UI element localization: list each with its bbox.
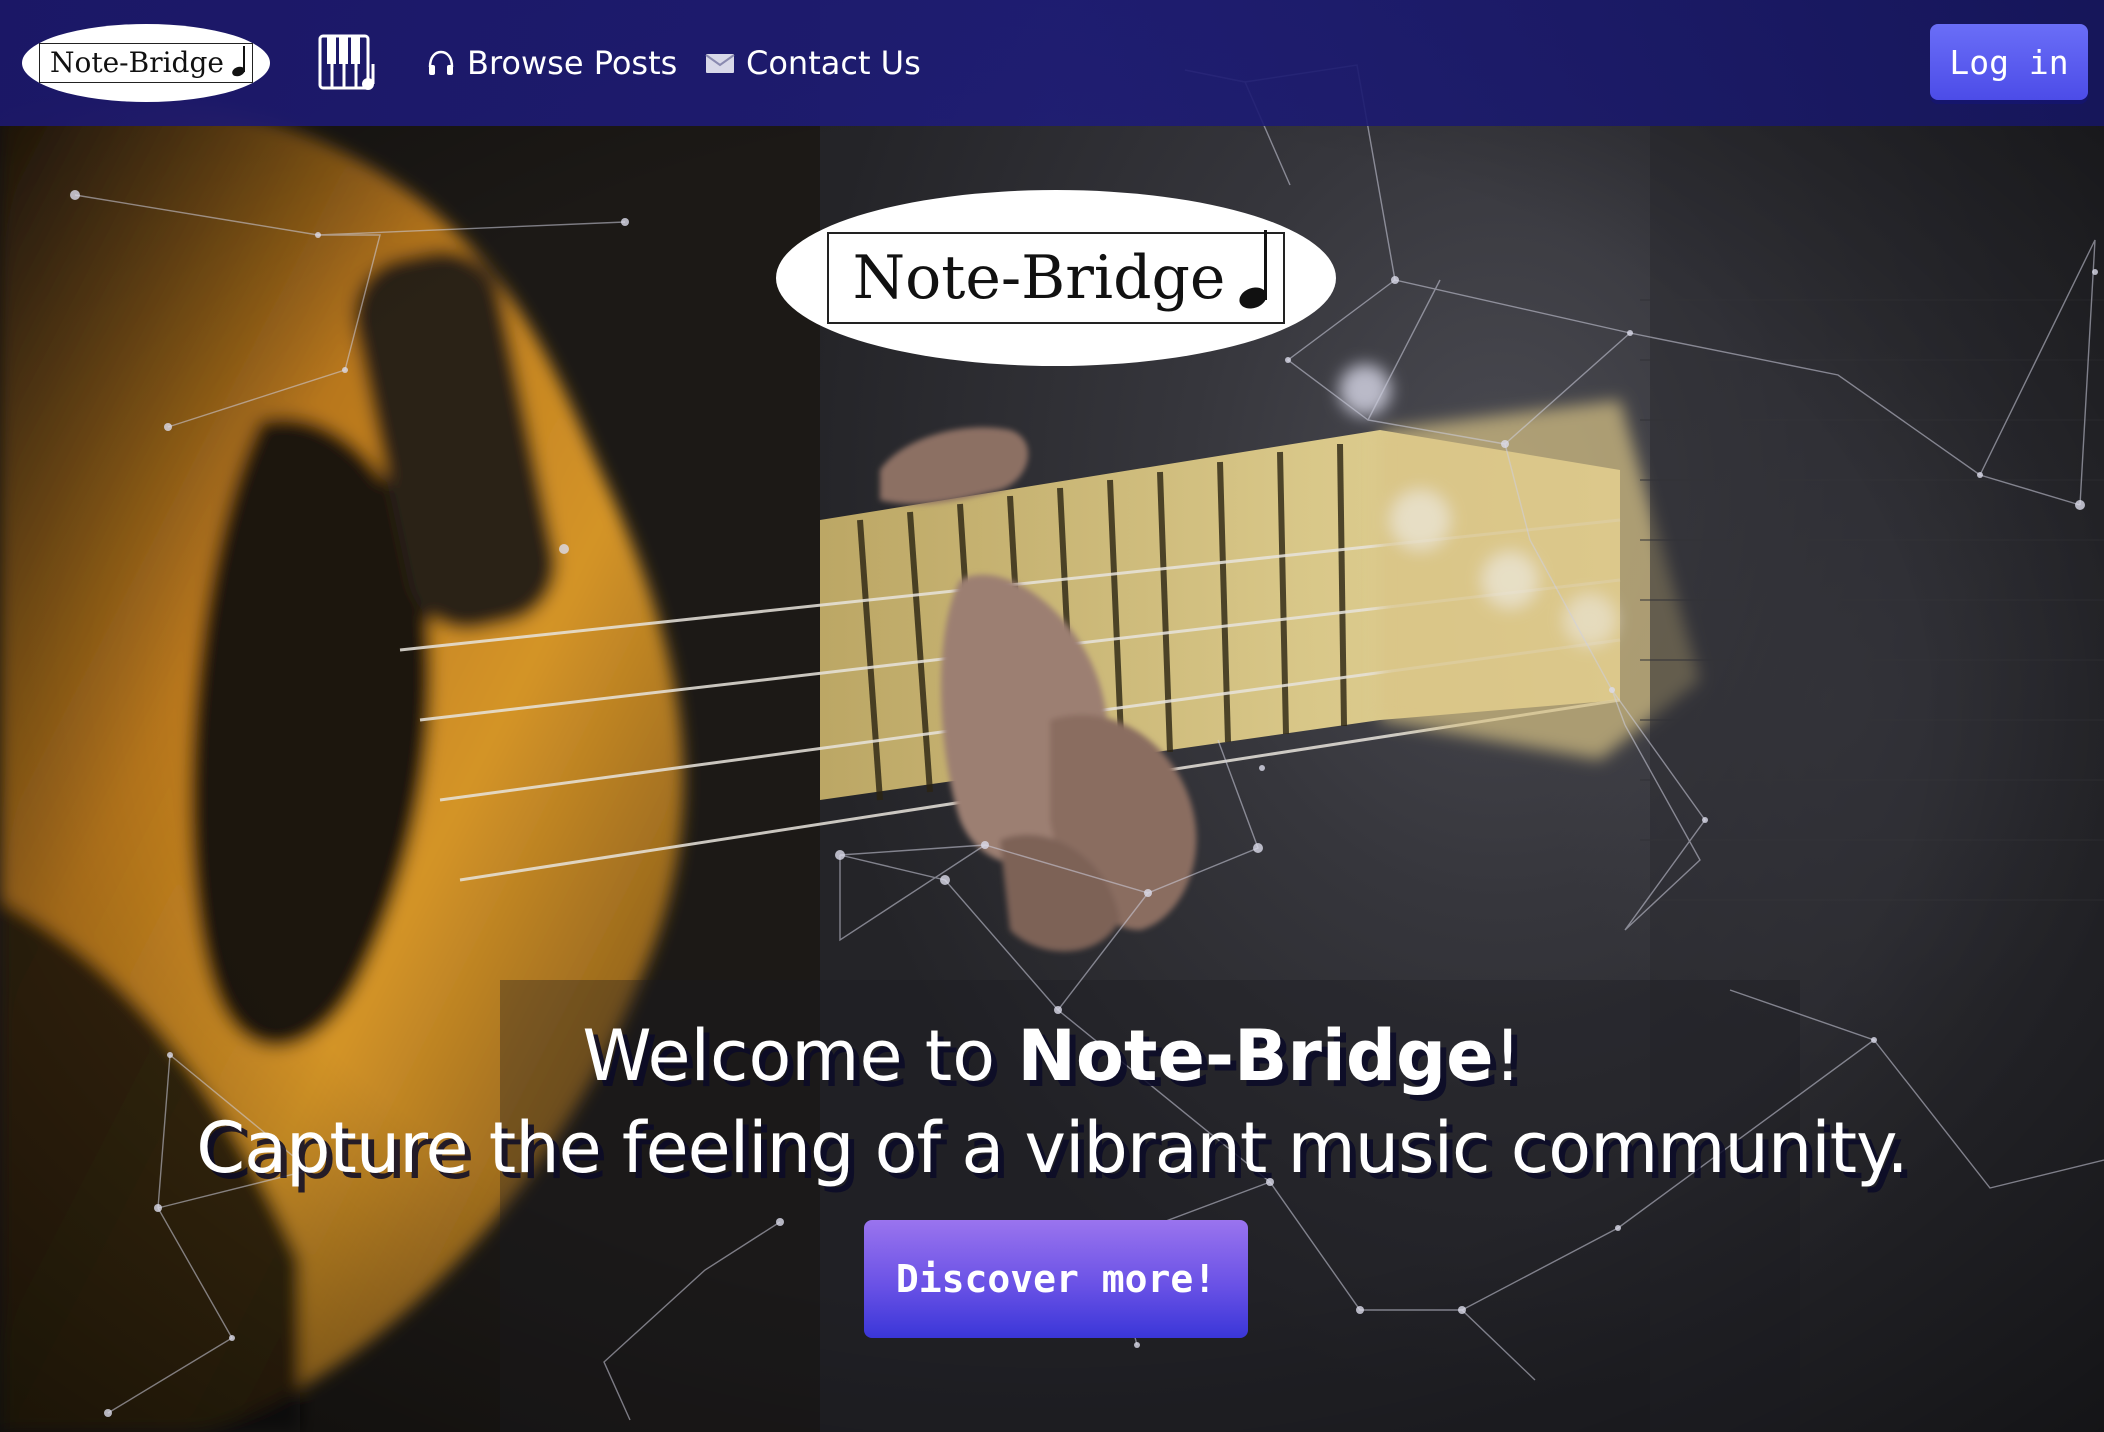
staff-line (936, 232, 1268, 234)
music-note-stem (1264, 230, 1268, 300)
piano-keys-icon[interactable] (318, 34, 380, 92)
hero-logo-text: Note-Bridge (852, 243, 1226, 313)
hero-logo-mark: Note-Bridge (826, 230, 1286, 324)
hero-logo: Note-Bridge (776, 190, 1336, 366)
hero-headline: Welcome to Note-Bridge! Capture the feel… (100, 1010, 2004, 1194)
navbar-logo-text: Note-Bridge (50, 46, 224, 79)
envelope-icon (705, 54, 735, 73)
welcome-suffix: ! (1493, 1015, 1522, 1097)
nav-link-contact-us[interactable]: Contact Us (704, 40, 921, 86)
welcome-prefix: Welcome to (582, 1015, 1018, 1097)
navbar-logo-mark: Note-Bridge (39, 43, 253, 83)
tagline: Capture the feeling of a vibrant music c… (196, 1107, 1909, 1189)
nav-link-browse-posts[interactable]: Browse Posts (425, 40, 677, 86)
nav-link-label: Browse Posts (467, 44, 678, 82)
landing-page: Note-Bridge Browse Posts Contact Us Log … (0, 0, 2104, 1432)
welcome-heading: Welcome to Note-Bridge! (100, 1010, 2004, 1102)
music-note-icon (230, 65, 247, 78)
top-navbar: Note-Bridge Browse Posts Contact Us Log … (0, 0, 2104, 126)
nav-link-label: Contact Us (746, 44, 921, 82)
discover-more-button[interactable]: Discover more! (864, 1220, 1248, 1338)
login-button[interactable]: Log in (1930, 24, 2088, 100)
welcome-brand: Note-Bridge (1017, 1015, 1494, 1097)
headphones-icon (428, 50, 454, 75)
navbar-logo[interactable]: Note-Bridge (22, 24, 270, 102)
